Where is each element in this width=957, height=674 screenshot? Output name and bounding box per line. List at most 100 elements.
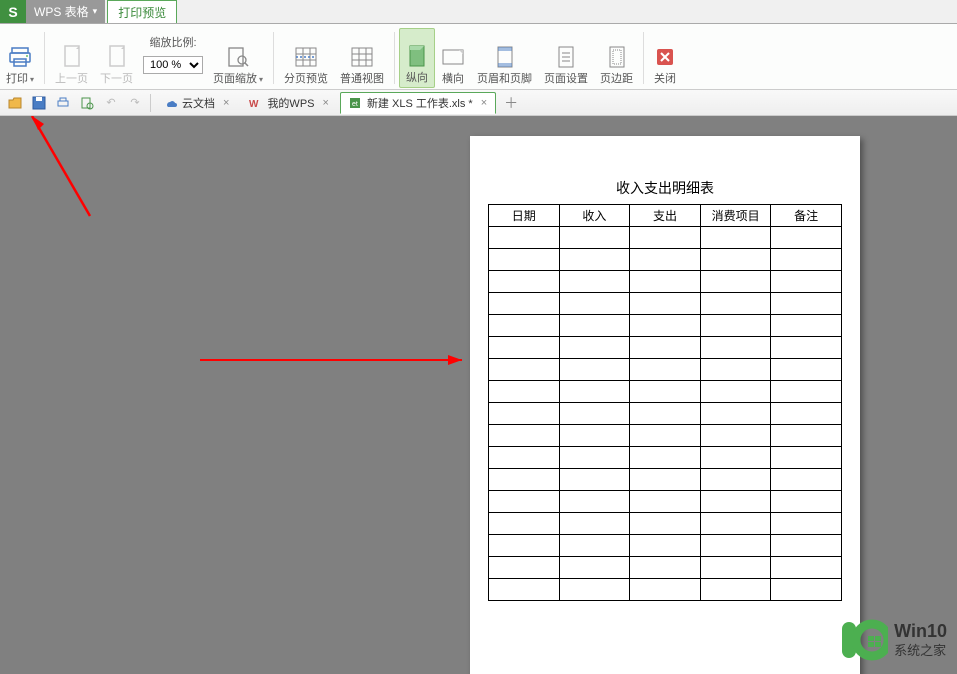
table-cell: [630, 447, 701, 469]
table-cell: [700, 425, 771, 447]
win10-logo-icon: [840, 616, 888, 664]
table-cell: [771, 535, 842, 557]
portrait-icon: [408, 42, 426, 70]
table-cell: [771, 293, 842, 315]
separator: [273, 32, 274, 84]
table-cell: [630, 359, 701, 381]
table-row: [489, 469, 842, 491]
sheet-title: 收入支出明细表: [488, 178, 842, 198]
table-cell: [559, 491, 630, 513]
landscape-button[interactable]: 横向: [435, 28, 471, 88]
tab-close-icon[interactable]: ×: [323, 97, 329, 109]
tab-print-preview[interactable]: 打印预览: [107, 0, 177, 23]
redo-icon[interactable]: ↷: [124, 93, 146, 113]
print-button[interactable]: 打印: [0, 28, 40, 88]
doc-tab-mywps[interactable]: W 我的WPS ×: [240, 92, 338, 114]
table-cell: [700, 491, 771, 513]
table-cell: [771, 403, 842, 425]
margins-button[interactable]: 页边距: [594, 28, 639, 88]
table-cell: [771, 557, 842, 579]
table-cell: [630, 513, 701, 535]
quick-access-bar: ↶ ↷ 云文档 × W 我的WPS × et 新建 XLS 工作表.xls * …: [0, 90, 957, 116]
undo-icon[interactable]: ↶: [100, 93, 122, 113]
page-break-preview-button[interactable]: 分页预览: [278, 28, 334, 88]
table-cell: [771, 513, 842, 535]
table-cell: [559, 359, 630, 381]
table-cell: [771, 425, 842, 447]
table-cell: [559, 425, 630, 447]
doc-tab-cloud[interactable]: 云文档 ×: [155, 92, 238, 114]
page-setup-button[interactable]: 页面设置: [538, 28, 594, 88]
page-setup-label: 页面设置: [544, 73, 588, 86]
table-cell: [771, 469, 842, 491]
table-cell: [630, 403, 701, 425]
page-zoom-icon: [227, 43, 249, 71]
table-cell: [630, 249, 701, 271]
table-cell: [700, 315, 771, 337]
table-cell: [771, 249, 842, 271]
table-cell: [771, 315, 842, 337]
zoom-ratio-select[interactable]: 100 %: [143, 56, 203, 74]
new-tab-button[interactable]: ＋: [498, 93, 524, 113]
table-row: [489, 293, 842, 315]
normal-view-label: 普通视图: [340, 73, 384, 86]
table-cell: [630, 425, 701, 447]
table-row: [489, 513, 842, 535]
table-cell: [489, 227, 560, 249]
table-cell: [630, 535, 701, 557]
table-row: [489, 403, 842, 425]
table-row: [489, 359, 842, 381]
watermark-brand: Win10: [894, 621, 947, 643]
table-row: [489, 425, 842, 447]
table-header-cell: 消费项目: [700, 205, 771, 227]
table-cell: [700, 557, 771, 579]
page-zoom-button[interactable]: 页面缩放: [207, 28, 269, 88]
ribbon-toolbar: 打印 上一页 下一页 缩放比例: 100 % 页面缩放 分页预览: [0, 24, 957, 90]
table-cell: [700, 337, 771, 359]
table-cell: [700, 381, 771, 403]
table-row: [489, 557, 842, 579]
table-cell: [771, 447, 842, 469]
open-folder-icon[interactable]: [4, 93, 26, 113]
table-cell: [700, 513, 771, 535]
save-icon[interactable]: [28, 93, 50, 113]
app-name-dropdown[interactable]: WPS 表格 ▾: [26, 0, 105, 23]
landscape-icon: [441, 43, 465, 71]
table-cell: [489, 491, 560, 513]
zoom-ratio-label: 缩放比例:: [149, 34, 196, 50]
tab-close-icon[interactable]: ×: [481, 97, 487, 109]
table-cell: [700, 293, 771, 315]
app-name-label: WPS 表格: [34, 3, 89, 20]
table-cell: [771, 227, 842, 249]
tab-close-icon[interactable]: ×: [223, 97, 229, 109]
table-cell: [489, 271, 560, 293]
page-break-label: 分页预览: [284, 73, 328, 86]
table-cell: [700, 447, 771, 469]
table-cell: [700, 271, 771, 293]
separator: [44, 32, 45, 84]
table-cell: [630, 271, 701, 293]
print-quick-icon[interactable]: [52, 93, 74, 113]
table-row: [489, 337, 842, 359]
header-footer-button[interactable]: 页眉和页脚: [471, 28, 538, 88]
next-page-button[interactable]: 下一页: [94, 28, 139, 88]
portrait-button[interactable]: 纵向: [399, 28, 435, 88]
table-cell: [489, 381, 560, 403]
doc-tab-newxls[interactable]: et 新建 XLS 工作表.xls * ×: [340, 92, 496, 114]
table-row: [489, 227, 842, 249]
table-cell: [700, 403, 771, 425]
table-header-cell: 日期: [489, 205, 560, 227]
prev-page-button[interactable]: 上一页: [49, 28, 94, 88]
table-row: [489, 315, 842, 337]
table-cell: [559, 513, 630, 535]
watermark: Win10 系统之家: [840, 616, 947, 664]
table-cell: [559, 293, 630, 315]
print-preview-quick-icon[interactable]: [76, 93, 98, 113]
table-cell: [559, 557, 630, 579]
table-row: [489, 535, 842, 557]
table-cell: [771, 579, 842, 601]
close-preview-button[interactable]: 关闭: [648, 28, 682, 88]
table-cell: [771, 381, 842, 403]
normal-view-button[interactable]: 普通视图: [334, 28, 390, 88]
table-cell: [489, 579, 560, 601]
